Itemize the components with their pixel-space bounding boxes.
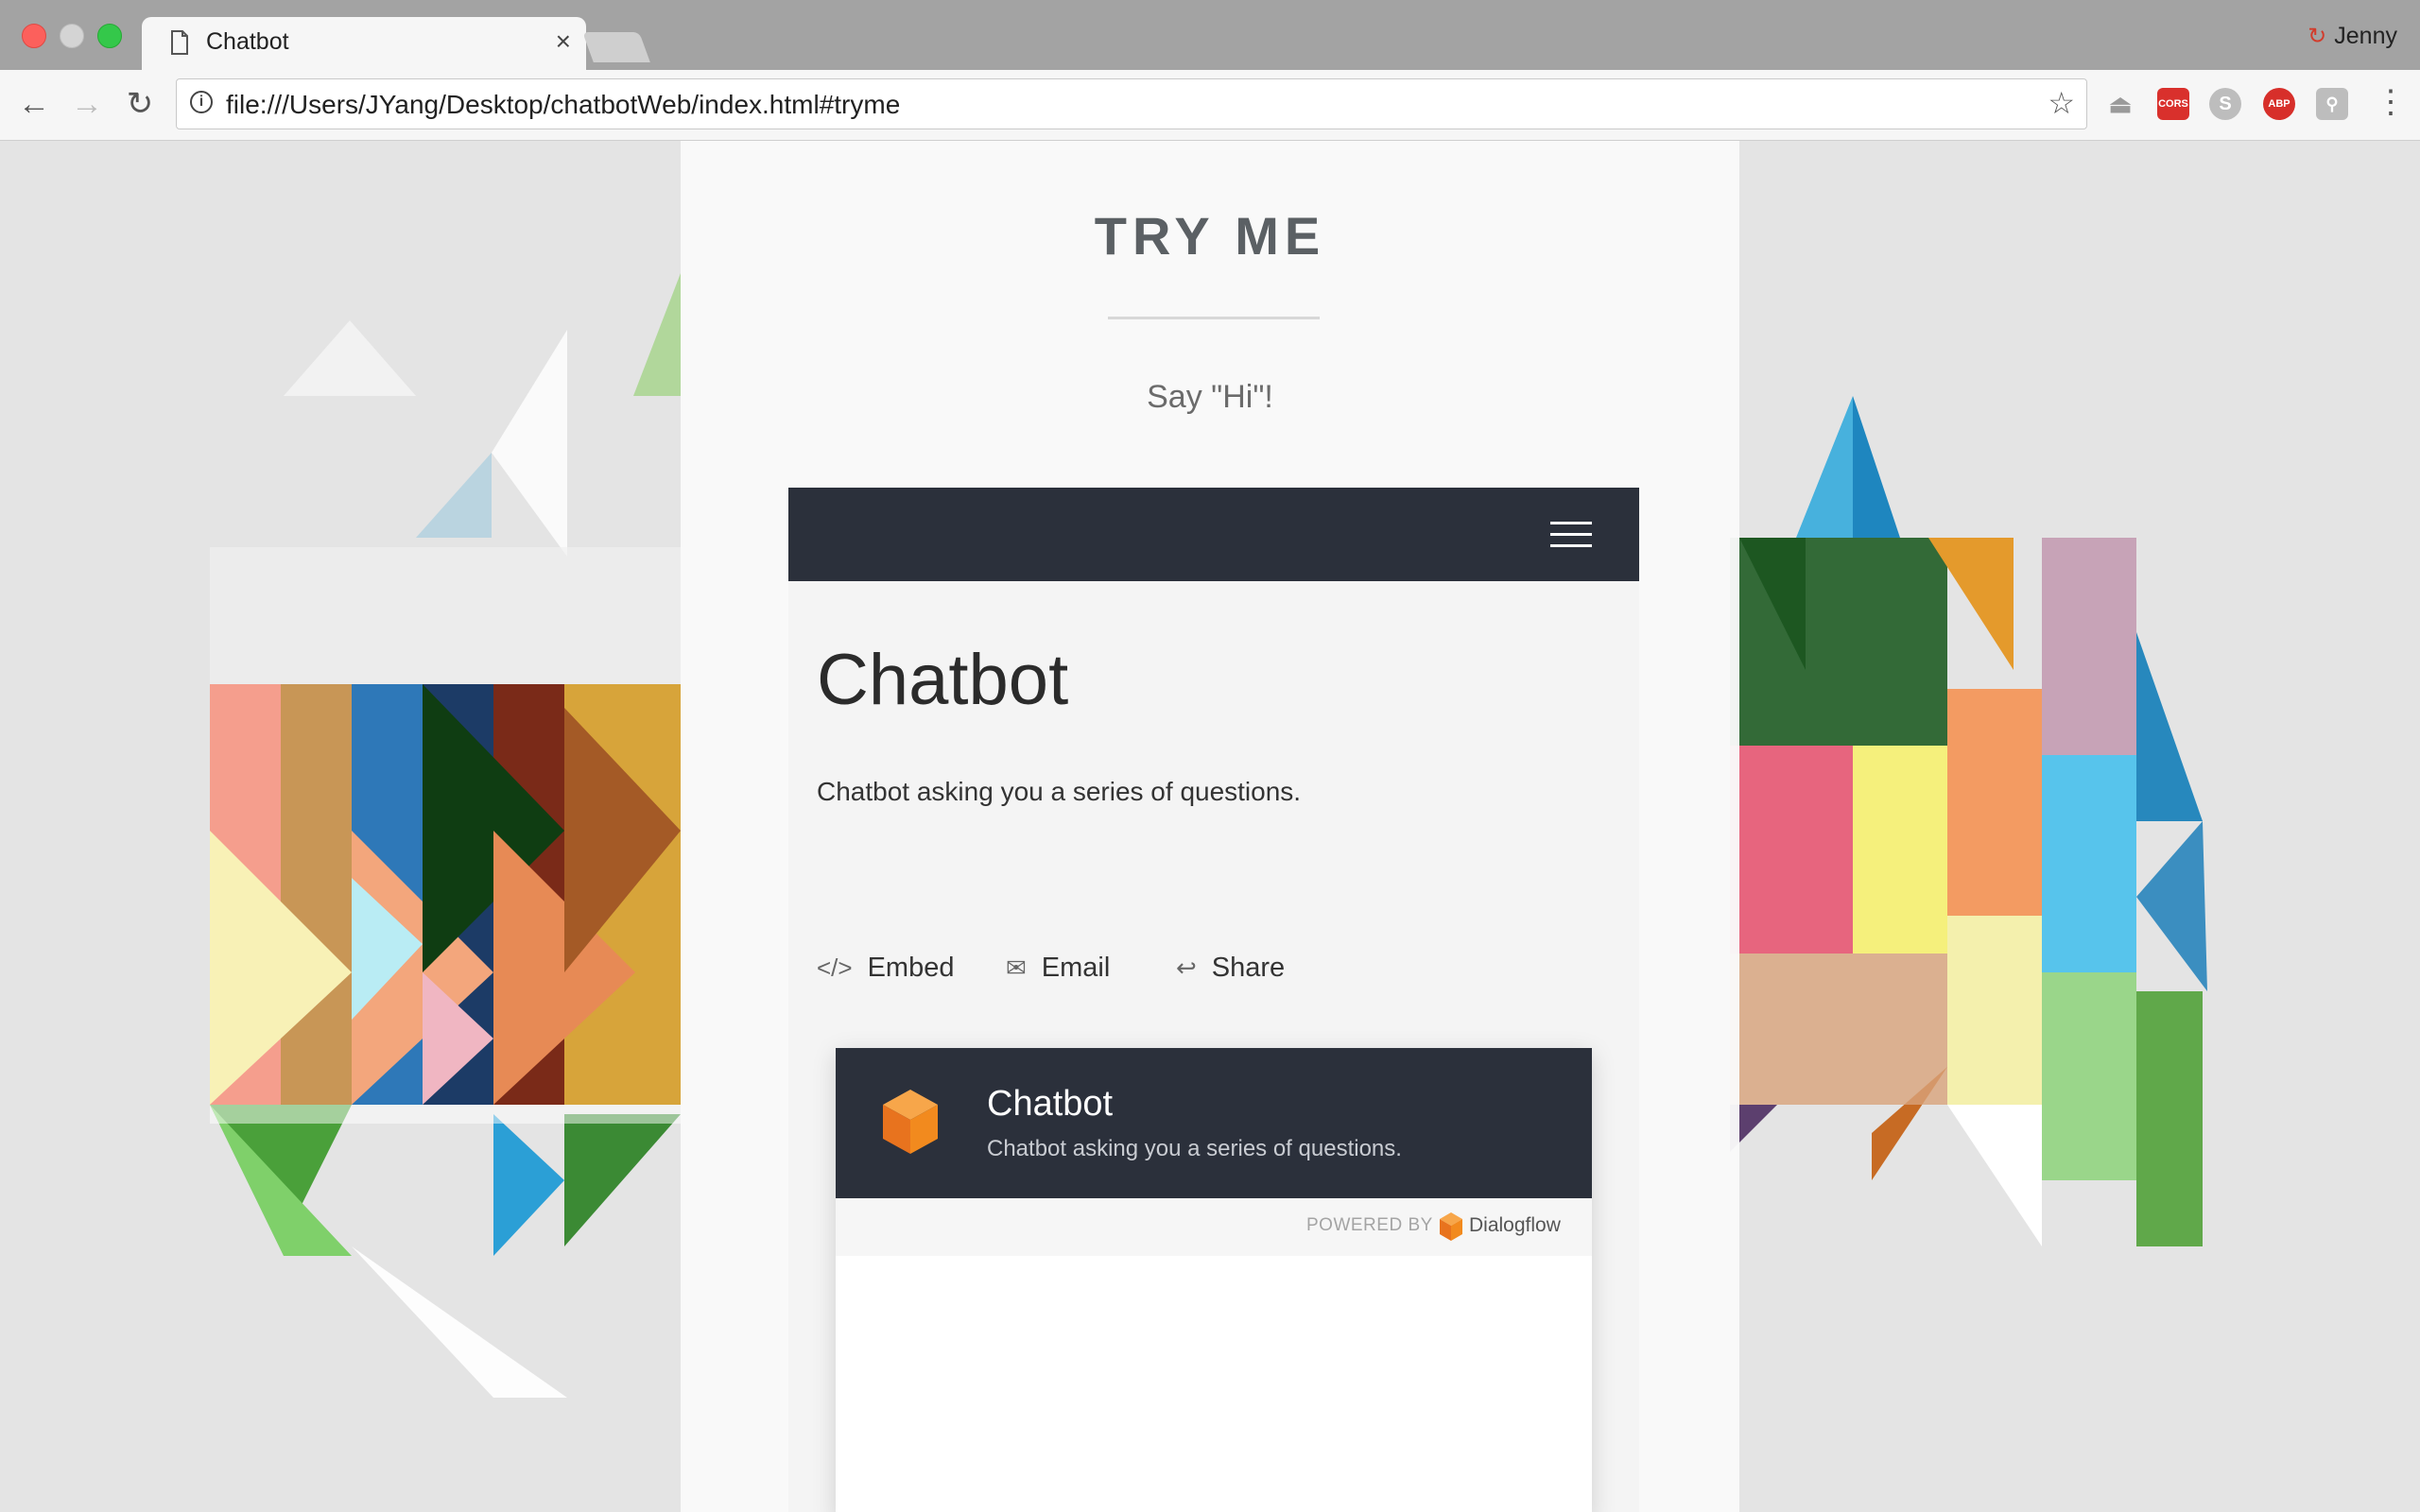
browser-titlebar: Chatbot × ↻ Jenny [0,0,2420,70]
menu-dots-icon[interactable]: ⋮ [2375,83,2407,121]
profile-name: Jenny [2334,23,2397,49]
tab-close-icon[interactable]: × [556,26,571,57]
embed-button[interactable]: </> Embed [817,953,954,984]
section-heading: TRY ME [1094,206,1326,266]
dialogflow-logo-icon [883,1090,938,1154]
powered-by-label: POWERED BY [1306,1215,1433,1235]
pin-icon[interactable]: ⚲ [2316,88,2348,120]
browser-toolbar: ← → ↻ i file:///Users/JYang/Desktop/chat… [0,70,2420,141]
profile-button[interactable]: ↻ Jenny [2308,23,2397,50]
minimize-window-button[interactable] [60,24,84,48]
dialogflow-small-logo-icon [1440,1212,1462,1241]
share-label: Share [1211,953,1286,983]
page-viewport[interactable]: TRY ME Say "Hi"! Chatbot Chatbot asking … [0,141,2420,1512]
chat-widget-title: Chatbot [987,1084,1114,1124]
close-window-button[interactable] [22,24,46,48]
chat-widget-header: Chatbot Chatbot asking you a series of q… [836,1048,1592,1198]
skype-icon[interactable]: S [2209,88,2241,120]
browser-tab[interactable]: Chatbot × [142,17,586,70]
email-button[interactable]: ✉ Email [1006,953,1110,984]
hamburger-menu-icon[interactable] [1550,522,1592,548]
share-button[interactable]: ↩ Share [1176,953,1285,984]
reload-icon[interactable]: ↻ [121,85,159,123]
chat-widget[interactable]: Chatbot Chatbot asking you a series of q… [836,1048,1592,1512]
chat-widget-subtitle: Chatbot asking you a series of questions… [987,1136,1402,1161]
agent-description: Chatbot asking you a series of questions… [817,777,1302,806]
section-prompt: Say "Hi"! [1147,379,1273,415]
heading-divider [1108,317,1320,319]
embed-label: Embed [867,953,955,983]
new-tab-button[interactable] [582,32,650,62]
page-icon [171,30,188,55]
envelope-icon: ✉ [1006,954,1027,982]
drive-icon[interactable]: ⏏ [2104,88,2136,120]
geometric-art-left [210,273,681,1398]
agent-card: Chatbot Chatbot asking you a series of q… [788,488,1639,1512]
info-icon[interactable]: i [190,91,213,113]
url-text[interactable]: file:///Users/JYang/Desktop/chatbotWeb/i… [226,90,900,120]
email-label: Email [1041,953,1111,983]
bookmark-star-icon[interactable]: ☆ [2048,85,2075,121]
zoom-window-button[interactable] [97,24,122,48]
cors-icon[interactable]: CORS [2157,88,2189,120]
geometric-art-right [1730,396,2207,1246]
address-bar[interactable]: i file:///Users/JYang/Desktop/chatbotWeb… [176,78,2087,129]
back-arrow-icon[interactable]: ← [15,85,53,123]
tryme-section: TRY ME Say "Hi"! Chatbot Chatbot asking … [681,141,1739,1512]
reply-arrow-icon: ↩ [1176,954,1197,982]
forward-arrow-icon[interactable]: → [68,85,106,123]
powered-by-bar: POWERED BY Dialogflow [836,1198,1592,1256]
tab-title: Chatbot [206,28,289,55]
sync-error-icon: ↻ [2308,24,2327,49]
adblock-icon[interactable]: ABP [2263,88,2295,120]
code-icon: </> [817,954,853,982]
card-navbar [788,488,1639,581]
dialogflow-brand[interactable]: Dialogflow [1469,1214,1561,1237]
agent-title: Chatbot [817,640,1069,720]
